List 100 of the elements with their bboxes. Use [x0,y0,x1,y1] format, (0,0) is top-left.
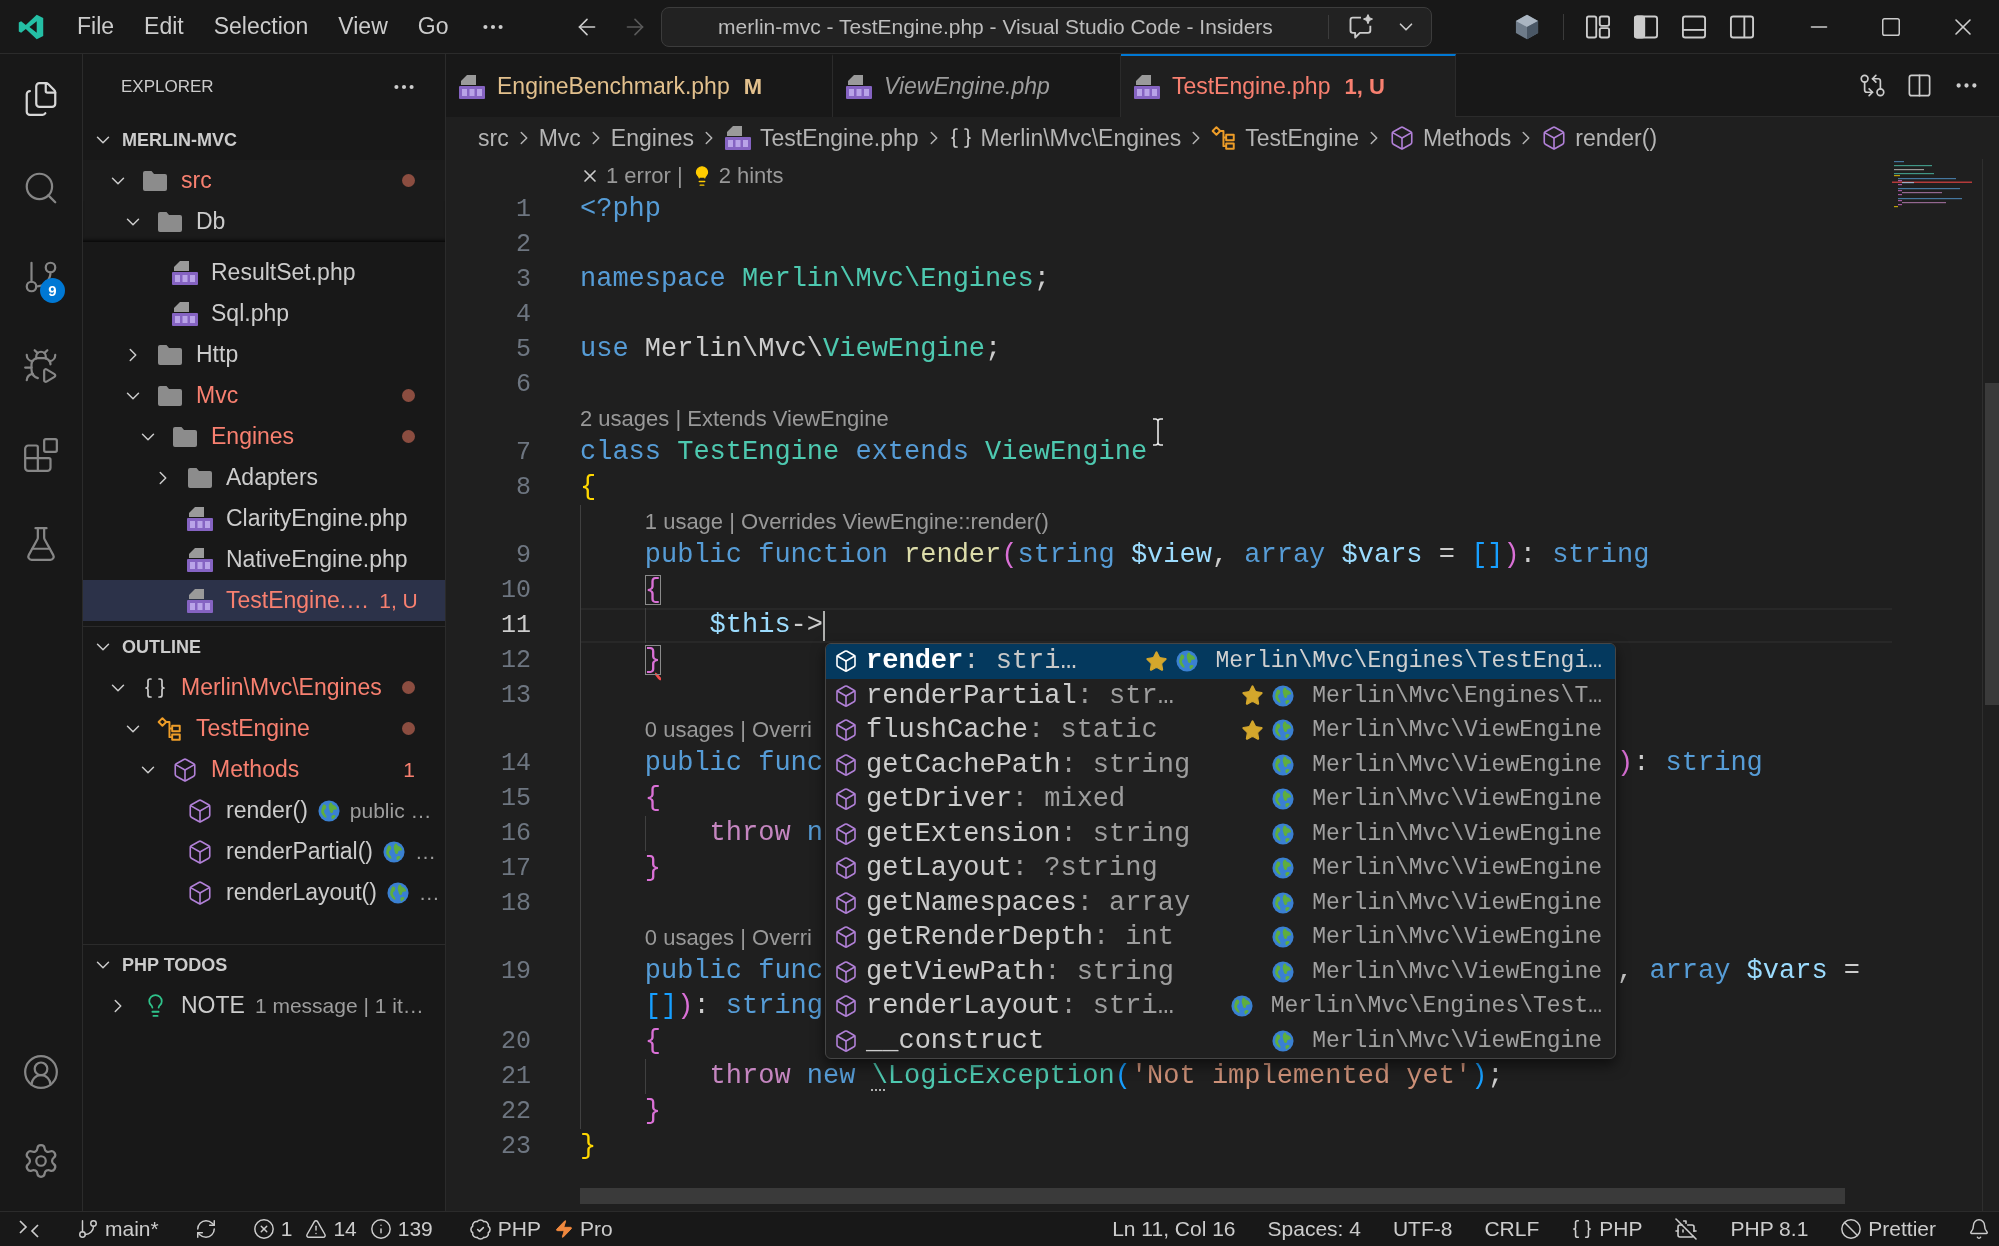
breadcrumb-item[interactable]: TestEngine.php [723,124,919,152]
folder-icon [142,168,168,193]
breadcrumb-item[interactable]: Merlin\Mvc\Engines [948,124,1182,152]
cube-icon [187,797,213,824]
status-item[interactable]: Pro [549,1212,618,1246]
status-item[interactable]: PHP [1566,1212,1648,1246]
sync-icon[interactable] [194,1218,217,1240]
status-item[interactable]: main* [72,1212,164,1246]
line-number: 12 [501,645,531,677]
tree-item[interactable]: render() public … [83,790,445,831]
tree-item[interactable]: NativeEngine.php [83,539,445,580]
code-lens[interactable]: 1 error | [606,162,683,189]
breadcrumb-item[interactable]: src [478,124,509,152]
menu-item[interactable]: File [62,6,130,47]
robot-off-icon[interactable] [1674,1217,1699,1241]
status-item[interactable]: Ln 11, Col 16 [1107,1212,1241,1246]
section-header[interactable]: PHP TODOS [83,945,445,985]
maximize-icon[interactable] [1880,15,1902,38]
menu-item[interactable]: Selection [198,6,324,47]
suggestion-item[interactable]: getDriver: mixed Merlin\Mvc\ViewEngine [826,782,1616,817]
suggestion-detail: Merlin\Mvc\Engines\T… [1312,681,1603,711]
breadcrumb-item[interactable]: Methods [1389,124,1512,152]
suggestion-item[interactable]: getExtension: string Merlin\Mvc\ViewEngine [826,816,1616,851]
code-lens[interactable]: 0 usages | Overri [644,716,812,743]
suggestion-item[interactable]: getRenderDepth: int Merlin\Mvc\ViewEngine [826,920,1616,955]
command-center[interactable]: merlin-mvc - TestEngine.php - Visual Studio Code - Insiders [661,6,1433,47]
tree-item[interactable]: Http [83,334,445,375]
tree-item[interactable]: Methods 1 [83,749,445,790]
breadcrumb-item[interactable]: render() [1541,124,1658,152]
notification-count: 9 [40,278,65,303]
status-item[interactable]: 14 [300,1212,362,1246]
breadcrumb-item[interactable]: Engines [610,124,694,152]
tree-item[interactable]: TestEngine.… 1, U [83,580,445,621]
line-number: 5 [516,334,531,366]
vertical-scrollbar[interactable] [1985,383,1999,705]
code-lens[interactable]: 1 usage | Overrides ViewEngine::render() [644,508,1049,535]
tree-item[interactable]: Sql.php [83,293,445,334]
minimap[interactable] [1892,159,1972,209]
cube-icon [834,890,859,915]
tree-item[interactable]: TestEngine [83,708,445,749]
suggestion-item[interactable]: __construct Merlin\Mvc\ViewEngine [826,1023,1616,1058]
status-item[interactable]: PHP 8.1 [1725,1212,1814,1246]
suggestion-item[interactable]: render: stri… Merlin\Mvc\Engines\TestEngi… [826,644,1616,679]
breadcrumb-item[interactable]: TestEngine [1211,124,1360,152]
code-lens[interactable]: 2 hints [718,162,784,189]
breadcrumb-item[interactable]: Mvc [538,124,581,152]
cube-icon[interactable] [1513,12,1541,41]
status-item[interactable]: UTF-8 [1387,1212,1458,1246]
line-number: 8 [516,472,531,504]
blocks-icon[interactable] [22,435,60,474]
tree-item[interactable]: ClarityEngine.php [83,498,445,539]
horizontal-scrollbar[interactable] [580,1188,1845,1204]
circle-slash-icon [1840,1218,1863,1240]
suggestion-item[interactable]: getLayout: ?string Merlin\Mvc\ViewEngine [826,851,1616,886]
line-number: 13 [501,680,531,712]
code-lens[interactable]: 2 usages | Extends ViewEngine [580,405,889,432]
tree-item[interactable]: renderPartial() … [83,831,445,872]
code-lens[interactable]: 0 usages | Overri [644,924,812,951]
tree-item[interactable]: ResultSet.php [83,252,445,293]
code-line: class TestEngine extends ViewEngine [580,437,1148,468]
status-item[interactable]: 139 [364,1212,438,1246]
account-icon[interactable] [22,1052,60,1091]
code-line: } [580,1131,597,1162]
tree-item[interactable]: Engines [83,416,445,457]
code-line: []): string [644,991,824,1022]
suggestion-item[interactable]: renderPartial: str… Merlin\Mvc\Engines\T… [826,678,1616,713]
editor-tab[interactable]: ViewEngine.php [833,54,1121,117]
menu-item[interactable]: View [323,6,403,47]
chat-sparkle-icon[interactable] [1347,12,1376,41]
status-item[interactable]: 1 [247,1212,298,1246]
remote-icon[interactable] [17,1218,41,1240]
suggestion-item[interactable]: getNamespaces: array Merlin\Mvc\ViewEngine [826,885,1616,920]
status-item[interactable]: CRLF [1479,1212,1545,1246]
suggestion-item[interactable]: getCachePath: string Merlin\Mvc\ViewEngine [826,747,1616,782]
section-header[interactable]: OUTLINE [83,627,445,667]
tree-item[interactable]: Adapters [83,457,445,498]
logo-icon[interactable] [18,13,44,40]
status-item[interactable]: Prettier [1835,1212,1941,1246]
tree-item[interactable]: Mvc [83,375,445,416]
code-line: } [644,853,661,884]
suggestion-item[interactable]: getViewPath: string Merlin\Mvc\ViewEngine [826,954,1616,989]
status-item[interactable]: Spaces: 4 [1262,1212,1366,1246]
status-item[interactable]: PHP [463,1212,546,1246]
folder-icon [157,209,183,234]
suggestion-item[interactable]: flushCache: static Merlin\Mvc\ViewEngine [826,713,1616,748]
tree-item[interactable]: NOTE 1 message | 1 it… [83,985,445,1026]
suggestion-detail: Merlin\Mvc\Engines\TestEngi… [1215,647,1603,676]
bell-icon[interactable] [1968,1218,1990,1240]
tree-item[interactable]: Merlin\Mvc\Engines [83,667,445,708]
editor-tab[interactable]: TestEngine.php 1, U [1120,54,1456,117]
code-line: public func [644,956,824,987]
warning-icon [305,1218,328,1240]
menu-item[interactable]: Go [402,6,464,47]
editor-tab[interactable]: EngineBenchmark.php M [446,54,834,117]
status-text: 1, U [379,588,418,613]
tree-item[interactable]: renderLayout() … [83,872,445,913]
section-header[interactable]: MERLIN-MVC [83,120,445,160]
menu-item[interactable]: Edit [129,6,199,47]
folder-icon [172,424,198,449]
suggestion-item[interactable]: renderLayout: stri… Merlin\Mvc\Engines\Test… [826,989,1616,1024]
